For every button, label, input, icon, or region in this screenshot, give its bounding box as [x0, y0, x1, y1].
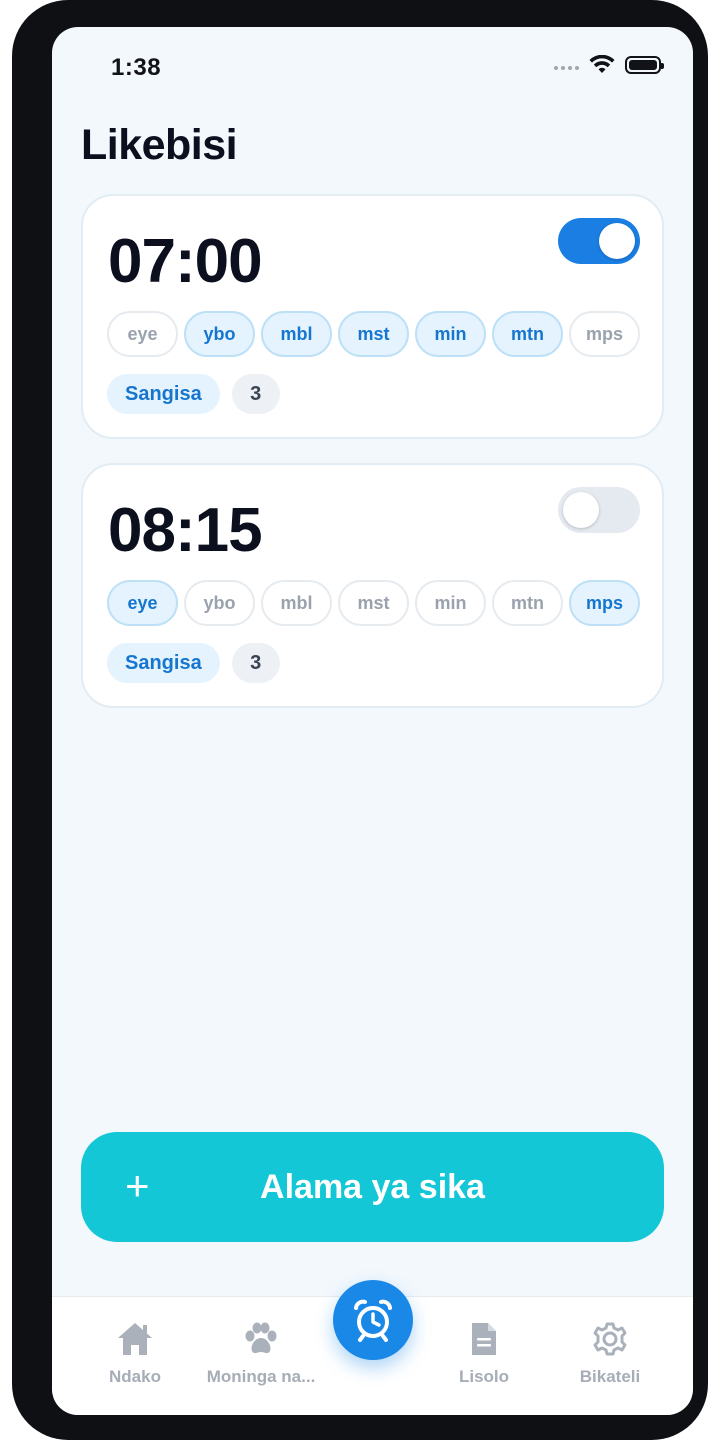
battery-icon: [625, 56, 664, 74]
device-frame: 1:38 Likebisi 07:00 eye ybo mbl mst min …: [12, 0, 708, 1440]
tab-settings[interactable]: Bikateli: [545, 1321, 675, 1387]
day-chip[interactable]: min: [415, 580, 486, 626]
day-selector: eye ybo mbl mst min mtn mps: [107, 580, 640, 626]
signal-icon: [554, 66, 579, 70]
tab-alarms[interactable]: [333, 1280, 413, 1360]
day-chip[interactable]: eye: [107, 580, 178, 626]
alarm-toggle[interactable]: [558, 218, 640, 264]
tab-label: Lisolo: [458, 1367, 510, 1386]
alarm-meta: Sangisa 3: [107, 374, 280, 414]
day-chip[interactable]: ybo: [184, 580, 255, 626]
alarm-meta: Sangisa 3: [107, 643, 280, 683]
day-chip[interactable]: eye: [107, 311, 178, 357]
status-time: 1:38: [111, 54, 162, 81]
tab-notes[interactable]: Lisolo: [419, 1321, 549, 1387]
add-alarm-label: Alama ya sika: [260, 1168, 485, 1206]
tab-label: Ndako: [109, 1367, 161, 1386]
page-title: Likebisi: [81, 121, 238, 169]
day-selector: eye ybo mbl mst min mtn mps: [107, 311, 640, 357]
day-chip[interactable]: mtn: [492, 580, 563, 626]
day-chip[interactable]: mps: [569, 311, 640, 357]
snooze-count-badge: 3: [231, 374, 280, 414]
alarm-card[interactable]: 08:15 eye ybo mbl mst min mtn mps Sangis…: [81, 463, 664, 708]
tab-home[interactable]: Ndako: [70, 1321, 200, 1387]
tab-label: Bikateli: [579, 1367, 641, 1386]
day-chip[interactable]: min: [415, 311, 486, 357]
toggle-knob: [563, 492, 599, 528]
document-icon: [472, 1323, 496, 1355]
day-chip[interactable]: mst: [338, 311, 409, 357]
day-chip[interactable]: mps: [569, 580, 640, 626]
gear-icon: [593, 1322, 627, 1356]
day-chip[interactable]: mbl: [261, 311, 332, 357]
wifi-icon: [589, 55, 615, 73]
paw-icon: [245, 1322, 277, 1354]
day-chip[interactable]: mtn: [492, 311, 563, 357]
alarm-time: 07:00: [108, 227, 263, 296]
status-icons: [554, 55, 664, 75]
day-chip[interactable]: mst: [338, 580, 409, 626]
alarm-card[interactable]: 07:00 eye ybo mbl mst min mtn mps Sangis…: [81, 194, 664, 439]
tab-label: Moninga na...: [206, 1367, 316, 1386]
day-chip[interactable]: mbl: [261, 580, 332, 626]
snooze-chip[interactable]: Sangisa: [107, 374, 220, 414]
day-chip[interactable]: ybo: [184, 311, 255, 357]
alarm-toggle[interactable]: [558, 487, 640, 533]
toggle-knob: [599, 223, 635, 259]
alarm-clock-icon: [354, 1299, 392, 1342]
screen: 1:38 Likebisi 07:00 eye ybo mbl mst min …: [52, 27, 693, 1415]
home-icon: [118, 1323, 152, 1355]
add-alarm-button[interactable]: + Alama ya sika: [81, 1132, 664, 1242]
snooze-chip[interactable]: Sangisa: [107, 643, 220, 683]
alarm-time: 08:15: [108, 496, 263, 565]
snooze-count-badge: 3: [231, 643, 280, 683]
tab-pets[interactable]: Moninga na...: [196, 1321, 326, 1387]
